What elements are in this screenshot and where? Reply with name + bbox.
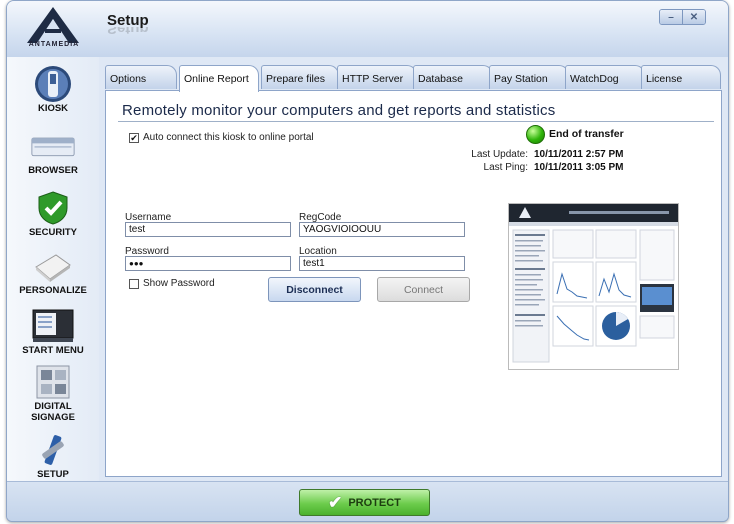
title-bar: ANTAMEDIA Setup Setup – ✕	[7, 1, 728, 58]
content-area: Options Online Report Prepare files HTTP…	[99, 57, 728, 481]
logo-text: ANTAMEDIA	[28, 41, 80, 48]
browser-icon	[31, 127, 75, 165]
setup-tools-icon	[31, 431, 75, 469]
sidebar-item-label: SETUP	[37, 469, 69, 480]
show-password-label: Show Password	[143, 278, 215, 289]
window-controls: – ✕	[659, 9, 706, 25]
tab-bar: Options Online Report Prepare files HTTP…	[105, 65, 725, 92]
window-title-reflection: Setup	[107, 27, 149, 37]
kiosk-icon	[31, 65, 75, 103]
online-report-panel: Remotely monitor your computers and get …	[105, 90, 722, 477]
checkmark-icon: ✔	[328, 492, 343, 512]
sidebar-item-label: KIOSK	[37, 103, 69, 114]
footer-bar: ✔ PROTECT	[7, 481, 728, 521]
sidebar-item-label: BROWSER	[28, 165, 78, 176]
sidebar-item-label: PERSONALIZE	[19, 285, 87, 296]
heading-divider	[118, 121, 714, 122]
regcode-input[interactable]	[299, 222, 465, 237]
portal-preview-thumbnail	[508, 203, 679, 370]
sidebar-item-label: DIGITAL SIGNAGE	[31, 401, 75, 423]
close-button[interactable]: ✕	[682, 10, 705, 24]
sidebar-item-label: SECURITY	[28, 227, 78, 238]
setup-window: ANTAMEDIA Setup Setup – ✕ KIOSK BROWSER …	[6, 0, 729, 522]
sidebar: KIOSK BROWSER SECURITY PERSONALIZE START…	[7, 57, 100, 481]
tab-watchdog[interactable]: WatchDog	[565, 65, 645, 89]
show-password-checkbox[interactable]	[129, 279, 139, 289]
status-indicator-icon	[526, 125, 545, 144]
password-input[interactable]	[125, 256, 291, 271]
status-text: End of transfer	[549, 128, 624, 140]
connect-button[interactable]: Connect	[377, 277, 470, 302]
protect-label: PROTECT	[348, 496, 401, 509]
start-menu-icon	[31, 307, 75, 345]
tab-online-report[interactable]: Online Report	[179, 65, 259, 92]
tab-pay-station[interactable]: Pay Station	[489, 65, 569, 89]
auto-connect-checkbox[interactable]: ✔	[129, 133, 139, 143]
username-input[interactable]	[125, 222, 291, 237]
last-update-label: Last Update:	[471, 149, 528, 160]
sidebar-item-digital-signage[interactable]: DIGITAL SIGNAGE	[7, 363, 99, 423]
location-input[interactable]	[299, 256, 465, 271]
sidebar-item-setup[interactable]: SETUP	[7, 431, 99, 480]
sidebar-item-label: START MENU	[22, 345, 84, 356]
auto-connect-label: Auto connect this kiosk to online portal	[143, 132, 314, 143]
personalize-icon	[31, 247, 75, 285]
minimize-button[interactable]: –	[660, 10, 682, 24]
panel-heading: Remotely monitor your computers and get …	[122, 102, 556, 119]
sidebar-item-start-menu[interactable]: START MENU	[7, 307, 99, 356]
shield-check-icon	[31, 189, 75, 227]
sidebar-item-browser[interactable]: BROWSER	[7, 127, 99, 176]
last-ping-label: Last Ping:	[483, 162, 528, 173]
tab-prepare-files[interactable]: Prepare files	[261, 65, 339, 89]
digital-signage-icon	[31, 363, 75, 401]
last-ping-value: 10/11/2011 3:05 PM	[534, 162, 624, 173]
protect-button[interactable]: ✔ PROTECT	[299, 489, 430, 516]
sidebar-item-personalize[interactable]: PERSONALIZE	[7, 247, 99, 296]
sidebar-item-security[interactable]: SECURITY	[7, 189, 99, 238]
tab-options[interactable]: Options	[105, 65, 177, 89]
tab-http-server[interactable]: HTTP Server	[337, 65, 417, 89]
tab-database[interactable]: Database	[413, 65, 493, 89]
sidebar-item-kiosk[interactable]: KIOSK	[7, 65, 99, 114]
tab-license[interactable]: License	[641, 65, 721, 89]
disconnect-button[interactable]: Disconnect	[268, 277, 361, 302]
last-update-value: 10/11/2011 2:57 PM	[534, 149, 624, 160]
